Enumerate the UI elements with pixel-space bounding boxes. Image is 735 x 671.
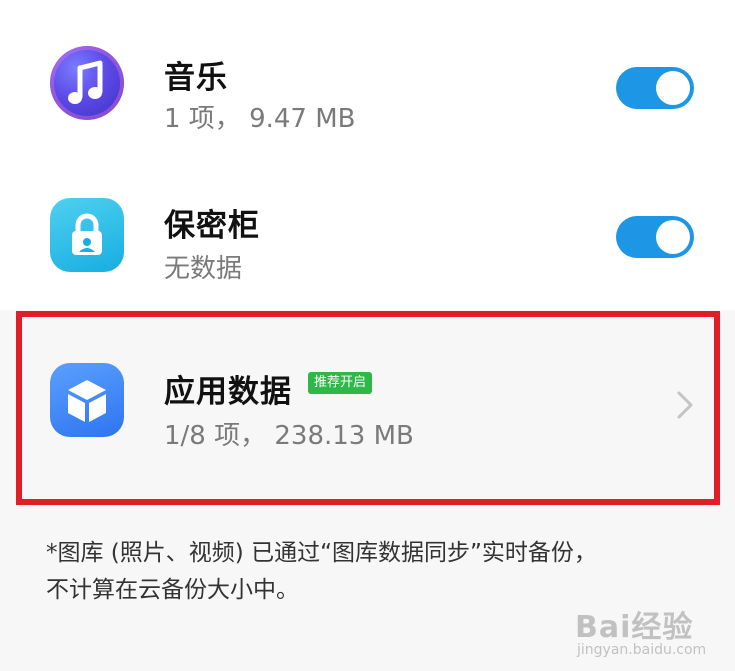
toggle-knob [656,220,690,254]
list-item-music[interactable]: 音乐 1 项， 9.47 MB [0,0,735,160]
music-toggle[interactable] [616,67,694,109]
item-subtitle: 1/8 项， 238.13 MB [164,421,414,451]
item-title: 应用数据 [164,374,292,410]
watermark-url: jingyan.baidu.com [577,642,707,658]
recommend-badge: 推荐开启 [308,372,373,394]
footnote-line-1: *图库 (照片、视频) 已通过“图库数据同步”实时备份， [46,540,597,566]
chevron-right-icon[interactable] [672,388,698,422]
item-title: 保密柜 [164,208,260,244]
toggle-knob [656,71,690,105]
baidu-watermark: Bai经验 jingyan.baidu.com [575,598,730,664]
music-note-icon [50,46,124,120]
lock-icon [50,198,124,272]
item-subtitle: 无数据 [164,254,243,284]
watermark-brand: Bai经验 [575,610,694,645]
cloud-backup-screen: 音乐 1 项， 9.47 MB 保密柜 无数据 应用数据 推荐开启 1/8 项，… [0,0,735,671]
item-subtitle: 1 项， 9.47 MB [164,104,356,134]
item-title: 音乐 [164,60,228,96]
safe-toggle[interactable] [616,216,694,258]
cube-icon [50,363,124,437]
